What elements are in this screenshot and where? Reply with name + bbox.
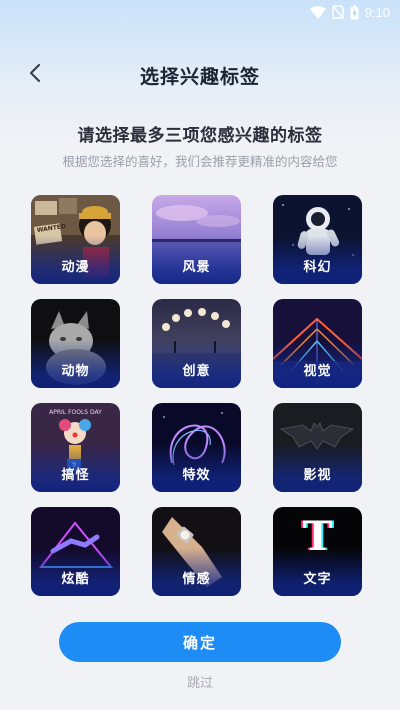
tag-label: 风景 (182, 260, 211, 275)
tag-label: 视觉 (303, 364, 332, 379)
tag-emotion[interactable]: 情感 (152, 507, 241, 596)
tag-label: 搞怪 (61, 468, 90, 483)
april-fools-text: APRIL FOOLS DAY (49, 409, 102, 416)
tag-creative[interactable]: 创意 (152, 299, 241, 388)
tag-label: 创意 (182, 364, 211, 379)
status-bar: 9:10 (0, 0, 400, 24)
page-title: 选择兴趣标签 (139, 66, 260, 88)
intro-headline: 请选择最多三项您感兴趣的标签 (77, 126, 323, 146)
tag-label: 科幻 (303, 260, 332, 275)
skip-link[interactable]: 跳过 (0, 672, 400, 691)
tag-film[interactable]: 影视 (273, 403, 362, 492)
tag-visual[interactable]: 视觉 (273, 299, 362, 388)
wifi-icon (309, 5, 326, 19)
tag-label: 特效 (182, 468, 211, 483)
tag-funny[interactable]: ? APRIL FOOLS DAY 搞怪 (31, 403, 120, 492)
tag-label: 文字 (303, 572, 332, 587)
confirm-button[interactable]: 确定 (59, 622, 341, 662)
tag-cool[interactable]: 炫酷 (31, 507, 120, 596)
tag-landscape[interactable]: 风景 (152, 195, 241, 284)
tag-effects[interactable]: 特效 (152, 403, 241, 492)
tag-label: 动漫 (61, 260, 90, 275)
tag-animal[interactable]: 动物 (31, 299, 120, 388)
tag-grid: WANTED 动漫 风景 科幻 动物 创意 视觉 APRIL FOOLS DAY… (0, 195, 400, 596)
tag-text[interactable]: T 文字 (273, 507, 362, 596)
tag-label: 炫酷 (61, 572, 90, 587)
tag-label: 影视 (303, 468, 332, 483)
intro-subline: 根据您选择的喜好，我们会推荐更精准的内容给您 (62, 154, 338, 169)
tag-label: 动物 (61, 364, 90, 379)
tag-scifi[interactable]: 科幻 (273, 195, 362, 284)
tag-anime[interactable]: WANTED 动漫 (31, 195, 120, 284)
battery-icon (350, 4, 359, 20)
status-time: 9:10 (364, 4, 390, 20)
tag-label: 情感 (182, 572, 211, 587)
no-sim-icon (331, 5, 344, 19)
status-icons: 9:10 (309, 3, 390, 21)
